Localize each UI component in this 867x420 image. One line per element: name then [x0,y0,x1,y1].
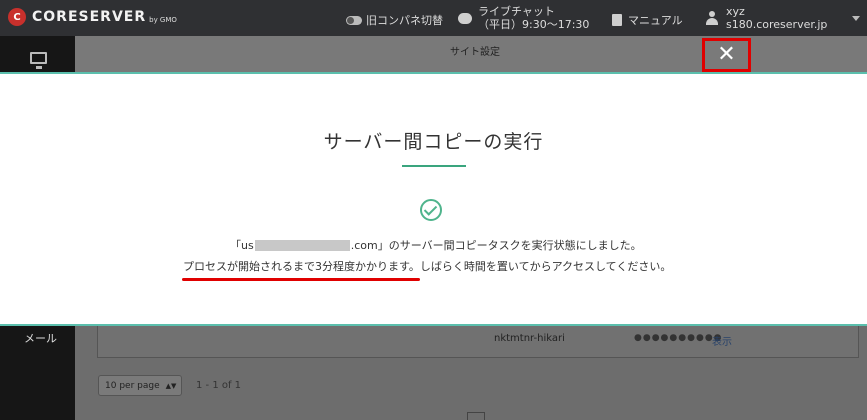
user-icon [706,11,718,25]
logo-text: CORESERVER [32,9,147,25]
logo-badge-icon: C [8,8,26,26]
live-chat-link[interactable]: ライブチャット （平日）9:30～17:30 [458,5,589,31]
table-cell-password: ●●●●●●●●●● [634,333,723,343]
msg1-prefix: 「us [230,239,254,252]
table-cell-username: nktmtnr-hikari [494,333,565,344]
legacy-panel-toggle[interactable]: 旧コンパネ切替 [346,12,443,28]
redacted-domain [254,239,350,251]
user-name: xyz [726,5,745,18]
legacy-panel-label: 旧コンパネ切替 [366,14,443,27]
top-bar: C CORESERVER by GMO 旧コンパネ切替 ライブチャット （平日）… [0,0,867,36]
msg1-suffix: .com」のサーバー間コピータスクを実行状態にしました。 [350,239,642,252]
title-underline [402,165,466,167]
show-password-link[interactable]: 表示 [712,333,732,348]
modal-message-secondary: プロセスが開始されるまで3分程度かかります。しばらく時間を置いてからアクセスして… [183,260,672,273]
chat-bubble-icon [458,12,472,24]
modal-message-primary: 「us .com」のサーバー間コピータスクを実行状態にしました。 [230,237,642,253]
close-icon: ✕ [717,42,736,67]
close-button[interactable]: ✕ [702,38,751,72]
modal-title: サーバー間コピーの実行 [323,131,544,153]
sidebar-item-mail[interactable]: メール [24,330,57,346]
manual-label: マニュアル [628,14,683,27]
copy-modal: サーバー間コピーの実行 「us .com」のサーバー間コピータスクを実行状態にし… [0,72,867,326]
user-host: s180.coreserver.jp [726,18,828,31]
select-caret-icon: ▲▼ [165,381,177,390]
manual-link[interactable]: マニュアル [612,12,683,28]
user-menu[interactable]: xyz s180.coreserver.jp [706,5,827,31]
chevron-down-icon[interactable] [852,16,860,21]
toggle-icon [346,15,362,25]
mail-account-table [97,322,859,358]
live-chat-hours: （平日）9:30～17:30 [478,18,590,31]
live-chat-label: ライブチャット [478,5,555,18]
monitor-icon[interactable] [30,52,47,69]
annotation-underline [182,278,420,281]
per-page-select[interactable]: 10 per page ▲▼ [98,375,182,396]
coreserver-logo[interactable]: C CORESERVER by GMO [8,8,177,26]
logo-subtext: by GMO [149,16,177,24]
book-icon [612,14,622,26]
check-circle-icon [420,199,442,221]
checkbox-fragment [467,412,485,420]
site-settings-title: サイト設定 [450,47,500,58]
pagination-range: 1 - 1 of 1 [196,380,242,391]
per-page-value: 10 per page [105,380,160,391]
